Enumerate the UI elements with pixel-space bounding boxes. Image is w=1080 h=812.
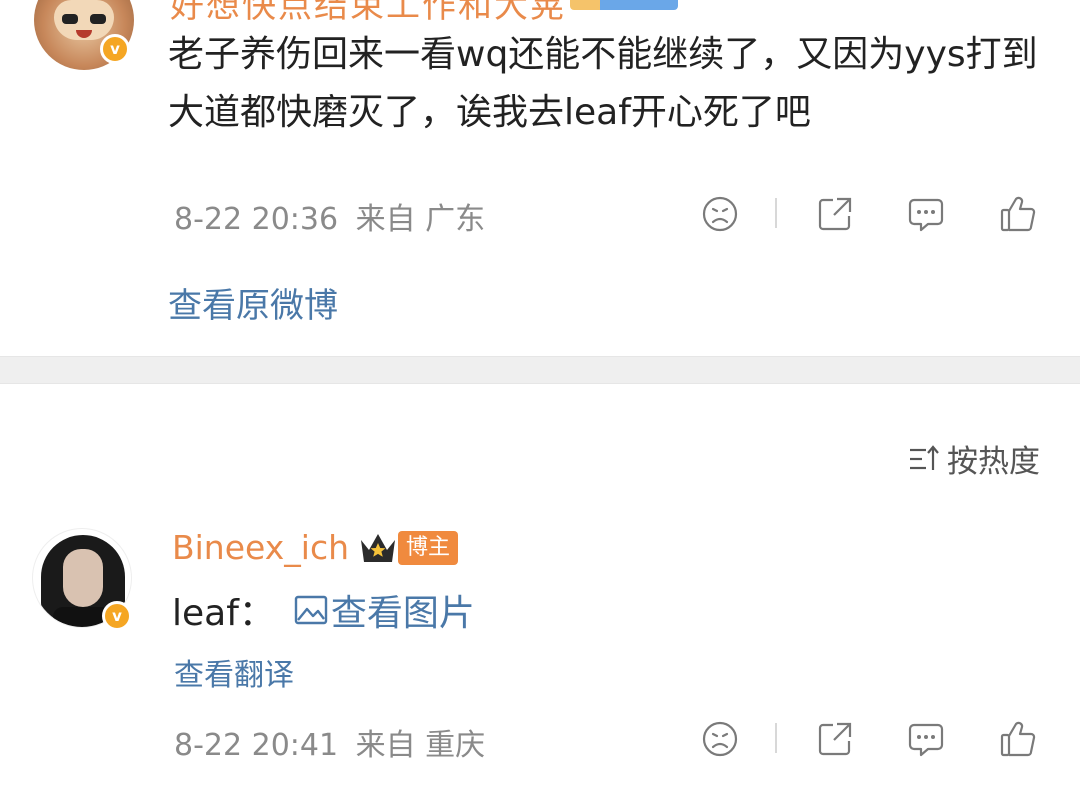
action-separator (775, 723, 777, 753)
action-separator (775, 198, 777, 228)
view-original-link[interactable]: 查看原微博 (168, 278, 338, 327)
thumbs-up-icon[interactable] (998, 194, 1038, 234)
comment-prefix: leaf： (172, 593, 275, 634)
original-post: v 好想快点结束工作和大晃 老子养伤回来一看wq还能不能继续了，又因为yys打到… (0, 0, 1080, 356)
sort-toggle[interactable]: 按热度 (907, 436, 1040, 481)
image-icon (294, 595, 328, 625)
comment-text: leaf： 查看图片 (172, 584, 475, 636)
v-badge-icon: v (100, 34, 130, 64)
view-image-label: 查看图片 (330, 593, 475, 634)
sort-icon (910, 444, 939, 470)
post-actions (0, 194, 1080, 234)
comment-icon[interactable] (906, 194, 946, 234)
post-author-name[interactable]: 好想快点结束工作和大晃 (170, 0, 566, 27)
comment-icon[interactable] (906, 719, 946, 759)
sad-face-icon[interactable] (700, 719, 740, 759)
sad-face-icon[interactable] (700, 194, 740, 234)
avatar-eye (90, 14, 106, 24)
blogger-badge: 博主 (398, 531, 459, 565)
share-icon[interactable] (815, 719, 855, 759)
commenter-username[interactable]: Bineex_ich (172, 528, 349, 567)
post-content: 老子养伤回来一看wq还能不能继续了，又因为yys打到大道都快磨灭了，诶我去lea… (168, 34, 1038, 133)
translate-link[interactable]: 查看翻译 (174, 650, 294, 694)
thumbs-up-icon[interactable] (998, 719, 1038, 759)
author-badge (570, 0, 678, 10)
share-icon[interactable] (815, 194, 855, 234)
v-badge-icon: v (102, 601, 132, 631)
avatar-face (63, 549, 103, 607)
comment-actions (0, 719, 1080, 759)
sort-label: 按热度 (947, 444, 1040, 480)
view-image-link[interactable]: 查看图片 (293, 584, 475, 636)
crown-icon (361, 534, 395, 562)
avatar-eye (62, 14, 78, 24)
section-divider (0, 356, 1080, 384)
